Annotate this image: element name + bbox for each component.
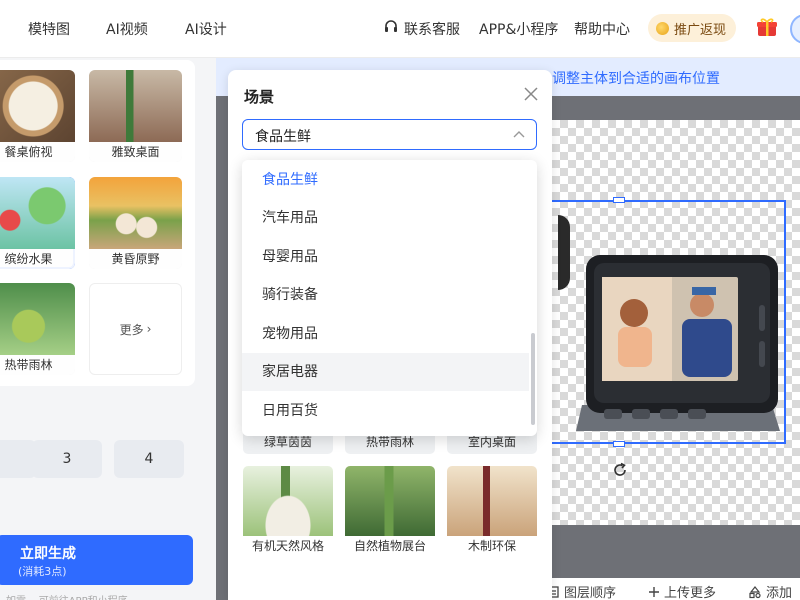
plus-icon <box>648 586 660 598</box>
scene-tile[interactable]: 自然植物展台 <box>345 466 435 556</box>
add-button[interactable]: 添加 <box>748 582 792 600</box>
more-label: 更多 <box>119 322 144 337</box>
headset-icon <box>383 19 399 35</box>
scene-category-select[interactable]: 食品生鲜 <box>242 119 537 150</box>
nav-ai-design[interactable]: AI设计 <box>185 19 227 39</box>
tile-image <box>0 283 75 355</box>
panel-title: 场景 <box>244 88 275 106</box>
tile-label: 木制环保 <box>447 536 537 556</box>
tile-image <box>0 70 75 142</box>
count-option[interactable]: 3 <box>32 440 102 478</box>
scene-tile[interactable]: 缤纷水果 <box>0 177 75 269</box>
tile-image <box>447 466 537 536</box>
tile-image <box>0 177 75 249</box>
tile-label: 热带雨林 <box>0 355 75 375</box>
add-label: 添加 <box>766 586 793 600</box>
upload-more-button[interactable]: 上传更多 <box>648 582 716 600</box>
nav-app-miniprogram[interactable]: APP&小程序 <box>479 19 558 39</box>
tile-label: 雅致桌面 <box>89 142 182 162</box>
selection-box[interactable] <box>552 200 786 444</box>
dropdown-option[interactable]: 骑行装备 <box>242 276 529 314</box>
scene-dropdown: 食品生鲜 汽车用品 母婴用品 骑行装备 宠物用品 家居电器 日用百货 <box>242 160 537 436</box>
more-scenes-button[interactable]: 更多 › <box>89 283 182 375</box>
coin-icon <box>656 21 669 35</box>
promo-button[interactable]: 推广返现 <box>648 14 736 42</box>
tile-label: 餐桌俯视 <box>0 142 75 162</box>
bottom-note: 如需... 可前往APP和小程序... <box>6 592 137 600</box>
dropdown-option[interactable]: 日用百货 <box>242 392 529 430</box>
gift-icon[interactable] <box>756 16 778 38</box>
dropdown-scrollbar[interactable] <box>531 333 535 425</box>
nav-contact-support[interactable]: 联系客服 <box>404 19 460 39</box>
tile-image <box>89 70 182 142</box>
nav-model-photo[interactable]: 模特图 <box>28 19 70 39</box>
promo-label: 推广返现 <box>674 22 727 38</box>
scene-tile[interactable]: 雅致桌面 <box>89 70 182 162</box>
generate-button[interactable]: 立即生成 (消耗3点) <box>0 535 193 585</box>
layer-order-label: 图层顺序 <box>564 586 617 600</box>
nav-help-center[interactable]: 帮助中心 <box>574 19 630 39</box>
scene-tile[interactable]: 木制环保 <box>447 466 537 556</box>
upload-more-label: 上传更多 <box>664 586 717 600</box>
top-nav: 模特图 AI视频 AI设计 联系客服 APP&小程序 帮助中心 推广返现 <box>0 0 800 58</box>
dropdown-option[interactable]: 家居电器 <box>242 353 529 391</box>
count-option[interactable]: 4 <box>114 440 184 478</box>
tile-label: 缤纷水果 <box>0 249 75 269</box>
scene-tile[interactable]: 黄昏原野 <box>89 177 182 269</box>
generate-cost: (消耗3点) <box>18 565 67 578</box>
tile-image <box>345 466 435 536</box>
nav-ai-video[interactable]: AI视频 <box>106 19 148 39</box>
generate-title: 立即生成 <box>20 546 76 562</box>
resize-handle[interactable] <box>613 441 625 447</box>
scene-tile[interactable]: 餐桌俯视 <box>0 70 75 162</box>
rotate-icon[interactable] <box>611 461 629 479</box>
tile-label: 有机天然风格 <box>243 536 333 556</box>
count-option[interactable] <box>0 440 36 478</box>
resize-handle[interactable] <box>613 197 625 203</box>
tile-image <box>89 177 182 249</box>
tile-label: 黄昏原野 <box>89 249 182 269</box>
dropdown-option[interactable]: 母婴用品 <box>242 238 529 276</box>
hint-text: 调整主体到合适的画布位置 <box>552 71 720 87</box>
tile-image <box>243 466 333 536</box>
select-value: 食品生鲜 <box>255 129 311 145</box>
dropdown-option[interactable]: 汽车用品 <box>242 199 529 237</box>
avatar[interactable] <box>790 14 800 44</box>
chevron-up-icon <box>513 130 525 138</box>
tile-label: 自然植物展台 <box>345 536 435 556</box>
scene-tile[interactable]: 有机天然风格 <box>243 466 333 556</box>
close-icon[interactable] <box>523 86 539 102</box>
chevron-right-icon: › <box>146 322 152 336</box>
dropdown-option[interactable]: 食品生鲜 <box>242 161 529 199</box>
layer-order-button[interactable]: 图层顺序 <box>546 582 616 600</box>
shapes-icon <box>748 585 762 599</box>
scene-tile[interactable]: 热带雨林 <box>0 283 75 375</box>
dropdown-option[interactable]: 宠物用品 <box>242 315 529 353</box>
